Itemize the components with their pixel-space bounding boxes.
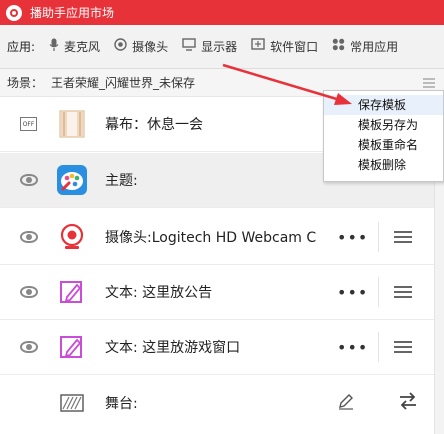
source-row-text-notice[interactable]: 文本: 这里放公告 •••	[0, 265, 434, 320]
app-logo-icon	[6, 4, 22, 21]
software-window-button[interactable]: 软件窗口	[251, 38, 318, 55]
drag-handle-icon[interactable]	[394, 338, 412, 356]
source-row-text-game[interactable]: 文本: 这里放游戏窗口 •••	[0, 320, 434, 375]
menu-item-rename-template[interactable]: 模板重命名	[324, 135, 443, 155]
source-label: 文本: 这里放游戏窗口	[105, 340, 241, 356]
camera-icon	[114, 38, 127, 55]
source-label: 幕布：休息一会	[105, 117, 203, 133]
more-options-icon[interactable]: •••	[337, 283, 368, 302]
eye-icon[interactable]	[19, 231, 38, 243]
webcam-icon	[57, 222, 87, 252]
more-options-icon[interactable]: •••	[337, 228, 368, 247]
drag-handle-icon[interactable]	[394, 283, 412, 301]
off-badge-icon[interactable]: OFF	[20, 117, 37, 131]
pencil-edit-icon[interactable]	[337, 392, 355, 414]
window-title: 播助手应用市场	[30, 6, 115, 20]
source-row-stage[interactable]: 舞台:	[0, 375, 434, 430]
drag-handle-icon[interactable]	[394, 228, 412, 246]
microphone-label: 麦克风	[64, 40, 101, 54]
apps-label: 应用:	[7, 40, 36, 54]
text-edit-icon	[57, 332, 87, 362]
eye-icon[interactable]	[19, 286, 38, 298]
menu-item-delete-template[interactable]: 模板删除	[324, 155, 443, 175]
scene-name[interactable]: 王者荣耀_闪耀世界_未保存	[51, 74, 195, 91]
text-edit-icon	[57, 277, 87, 307]
monitor-label: 显示器	[201, 40, 238, 54]
source-label: 主题:	[105, 173, 138, 189]
source-label: 文本: 这里放公告	[105, 285, 213, 301]
scene-menu-icon[interactable]	[423, 78, 435, 88]
divider	[378, 277, 379, 307]
menu-item-save-template[interactable]: 保存模板	[324, 95, 443, 115]
eye-icon[interactable]	[19, 174, 38, 186]
divider	[378, 332, 379, 362]
template-context-menu: 保存模板 模板另存为 模板重命名 模板删除	[323, 90, 444, 182]
stage-icon	[57, 388, 87, 418]
microphone-icon	[49, 38, 59, 56]
apps-grid-icon	[332, 38, 345, 55]
divider	[378, 222, 379, 252]
menu-item-save-template-as[interactable]: 模板另存为	[324, 115, 443, 135]
common-apps-button[interactable]: 常用应用	[332, 38, 398, 55]
scene-label: 场景：	[7, 76, 44, 90]
eye-icon[interactable]	[19, 341, 38, 353]
monitor-button[interactable]: 显示器	[182, 38, 237, 55]
camera-button[interactable]: 摄像头	[114, 38, 168, 55]
source-label: 摄像头:Logitech HD Webcam C	[105, 230, 317, 246]
title-bar: 播助手应用市场	[0, 0, 444, 25]
monitor-icon	[182, 38, 196, 55]
app-toolbar: 应用: 麦克风 摄像头 显示器 软件窗口 常用应用	[0, 25, 444, 69]
swap-arrows-icon[interactable]	[398, 391, 418, 414]
source-row-webcam[interactable]: 摄像头:Logitech HD Webcam C •••	[0, 210, 434, 265]
camera-label: 摄像头	[132, 40, 169, 54]
microphone-button[interactable]: 麦克风	[49, 38, 100, 56]
source-label: 舞台:	[105, 395, 138, 412]
curtain-icon	[57, 109, 87, 139]
theme-palette-icon	[57, 165, 87, 195]
software-window-label: 软件窗口	[270, 40, 319, 54]
more-options-icon[interactable]: •••	[337, 338, 368, 357]
common-apps-label: 常用应用	[350, 40, 399, 54]
window-icon	[251, 38, 265, 55]
